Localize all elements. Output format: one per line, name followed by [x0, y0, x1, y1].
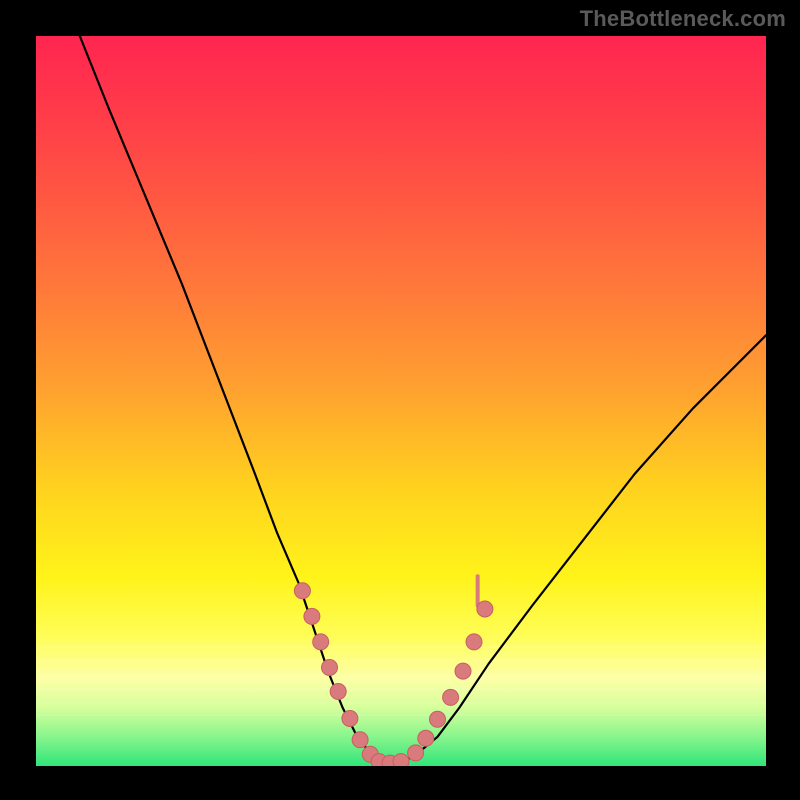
data-marker [322, 660, 338, 676]
data-marker [294, 583, 310, 599]
data-marker [313, 634, 329, 650]
watermark-text: TheBottleneck.com [580, 6, 786, 32]
data-marker [477, 601, 493, 617]
plot-area [36, 36, 766, 766]
data-marker [418, 730, 434, 746]
data-marker [304, 608, 320, 624]
data-marker [352, 732, 368, 748]
curve-group [80, 36, 766, 766]
marker-group [294, 583, 493, 766]
data-marker [443, 689, 459, 705]
chart-stage: TheBottleneck.com [0, 0, 800, 800]
data-marker [455, 663, 471, 679]
data-marker [466, 634, 482, 650]
data-marker [393, 754, 409, 766]
bottleneck-curve-path [80, 36, 766, 762]
data-marker [430, 711, 446, 727]
curve-svg [36, 36, 766, 766]
data-marker [342, 711, 358, 727]
data-marker [408, 745, 424, 761]
data-marker [330, 684, 346, 700]
